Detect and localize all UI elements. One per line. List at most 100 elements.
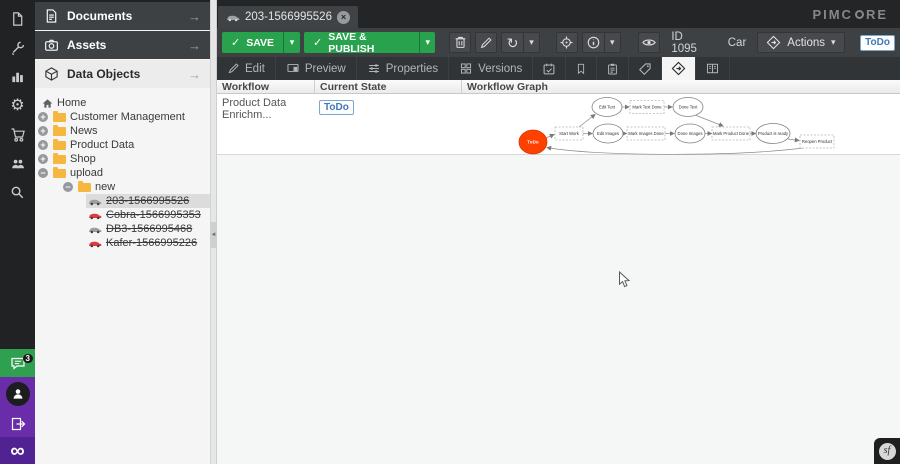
workflow-diamond-icon <box>766 35 781 50</box>
folder-icon <box>53 141 66 150</box>
tab-workflow[interactable] <box>662 57 696 80</box>
save-dropdown-caret[interactable]: ▾ <box>283 32 300 53</box>
wrench-icon <box>10 40 26 56</box>
workflow-node-label: Mark Text Done <box>632 105 662 110</box>
expand-icon[interactable]: + <box>38 126 48 136</box>
open-preview-button[interactable] <box>638 32 660 53</box>
reports-rail-button[interactable] <box>0 62 35 91</box>
tab-versions[interactable]: Versions <box>449 57 533 80</box>
save-button[interactable]: ✓SAVE ▾ <box>222 32 300 53</box>
tab-properties[interactable]: Properties <box>357 57 449 80</box>
save-publish-dropdown-caret[interactable]: ▾ <box>419 32 435 53</box>
tab-label: Edit <box>245 63 265 75</box>
pencil-icon <box>227 62 240 75</box>
tree-item-news[interactable]: +News <box>35 124 210 138</box>
search-rail-button[interactable] <box>0 178 35 207</box>
workflow-edge-done-text-to-mark-product-done <box>695 115 723 126</box>
tab-schedule[interactable] <box>533 57 566 80</box>
chevron-down-icon: ▾ <box>610 38 615 47</box>
tree-item-home[interactable]: Home <box>35 96 210 110</box>
tree-item-kafer-1566995226[interactable]: Kafer-1566995226 <box>35 236 210 250</box>
tab-title: 203-1566995526 <box>245 11 332 23</box>
chevron-down-icon: ▾ <box>529 38 534 47</box>
actions-button[interactable]: Actions ▾ <box>757 32 844 53</box>
workflow-edge-product-is-ready-to-reopen-product <box>788 139 799 141</box>
logout-button[interactable] <box>0 411 35 437</box>
workflow-node-label: Edit Text <box>599 105 616 110</box>
monitor-icon <box>286 62 300 75</box>
object-type-label: Car <box>728 37 747 49</box>
tree-item-new[interactable]: − new <box>35 180 210 194</box>
reload-dropdown-caret[interactable]: ▾ <box>524 32 540 53</box>
rename-button[interactable] <box>475 32 497 53</box>
column-header-workflow-graph[interactable]: Workflow Graph <box>462 80 900 93</box>
tree-item-upload[interactable]: − upload <box>35 166 210 180</box>
collapse-icon[interactable]: − <box>38 168 48 178</box>
tree-item-customer-management[interactable]: + Customer Management <box>35 110 210 124</box>
workflow-graph-cell: ToDoStart WorkEdit TextEdit ImagesMark T… <box>462 94 900 154</box>
settings-rail-button[interactable]: ⚙ <box>0 91 35 120</box>
delete-button[interactable] <box>449 32 471 53</box>
tab-dependencies[interactable] <box>696 57 730 80</box>
search-icon <box>10 185 25 200</box>
tab-preview[interactable]: Preview <box>276 57 357 80</box>
pimcore-admin-app: ⚙ 3 ∞ <box>0 0 900 464</box>
collapse-icon[interactable]: − <box>63 182 73 192</box>
tab-tags[interactable] <box>629 57 662 80</box>
content-background <box>217 155 900 403</box>
expand-icon[interactable]: + <box>38 112 48 122</box>
workflow-edge-reopen-product-to-todo <box>547 148 803 155</box>
tree-item-label: Product Data <box>70 139 134 151</box>
current-user-button[interactable] <box>0 377 35 411</box>
locate-in-tree-button[interactable] <box>556 32 578 53</box>
workflow-node-label: Product is ready <box>758 131 789 136</box>
tab-bookmark[interactable] <box>566 57 597 80</box>
ecommerce-rail-button[interactable] <box>0 120 35 149</box>
save-publish-button[interactable]: ✓SAVE & PUBLISH ▾ <box>304 32 435 53</box>
notifications-button[interactable]: 3 <box>0 349 35 377</box>
accordion-section-documents[interactable]: Documents → <box>35 2 210 30</box>
tree-item-shop[interactable]: +Shop <box>35 152 210 166</box>
tree-item-product-data[interactable]: + Product Data <box>35 138 210 152</box>
object-tree: Home+Customer Management+News+Product Da… <box>35 89 210 250</box>
chevron-down-icon: ▾ <box>831 38 836 47</box>
expand-icon[interactable]: + <box>38 140 48 150</box>
tools-rail-button[interactable] <box>0 33 35 62</box>
avatar <box>6 382 30 406</box>
close-icon[interactable]: × <box>337 11 350 24</box>
column-header-current-state[interactable]: Current State <box>315 80 462 93</box>
pimcore-infinity-logo[interactable]: ∞ <box>0 437 35 464</box>
logo-text-right: RE <box>866 7 888 22</box>
workflow-node-label: ToDo <box>527 140 539 145</box>
object-tab[interactable]: 203-1566995526 × <box>218 6 358 28</box>
tree-item-cobra-1566995353[interactable]: Cobra-1566995353 <box>35 208 210 222</box>
versions-grid-icon <box>459 62 473 75</box>
documents-rail-button[interactable] <box>0 4 35 33</box>
collapse-panel-handle[interactable]: ◄ <box>210 222 217 248</box>
column-header-workflow[interactable]: Workflow <box>217 80 315 93</box>
refresh-icon: ↻ <box>507 36 519 50</box>
tree-item-label: Customer Management <box>70 111 185 123</box>
workflow-node-reopen-product: Reopen Product <box>800 135 834 148</box>
tree-item-203-1566995526[interactable]: 203-1566995526 <box>35 194 210 208</box>
section-label: Documents <box>67 9 132 23</box>
tree-item-label: 203-1566995526 <box>106 195 189 207</box>
accordion-section-data-objects[interactable]: Data Objects → <box>35 60 210 88</box>
users-rail-button[interactable] <box>0 149 35 178</box>
folder-icon <box>78 183 91 192</box>
info-dropdown-caret[interactable]: ▾ <box>605 32 621 53</box>
workflow-name-cell: Product Data Enrichm... <box>217 94 315 154</box>
accordion-section-assets[interactable]: Assets → <box>35 31 210 59</box>
tab-notes-events[interactable] <box>597 57 629 80</box>
info-button[interactable] <box>582 32 605 53</box>
expand-icon[interactable]: + <box>38 154 48 164</box>
workflow-grid-row[interactable]: Product Data Enrichm... ToDo ToDoStart W… <box>217 94 900 155</box>
workflow-node-mark-text-done: Mark Text Done <box>630 101 664 114</box>
reload-button[interactable]: ↻ <box>501 32 524 53</box>
tree-item-label: upload <box>70 167 103 179</box>
tab-edit[interactable]: Edit <box>217 57 276 80</box>
tree-item-label: new <box>95 181 115 193</box>
workflow-node-todo: ToDo <box>519 130 547 154</box>
tree-item-db3-1566995468[interactable]: DB3-1566995468 <box>35 222 210 236</box>
profiler-toggle-button[interactable]: sf <box>874 438 900 464</box>
